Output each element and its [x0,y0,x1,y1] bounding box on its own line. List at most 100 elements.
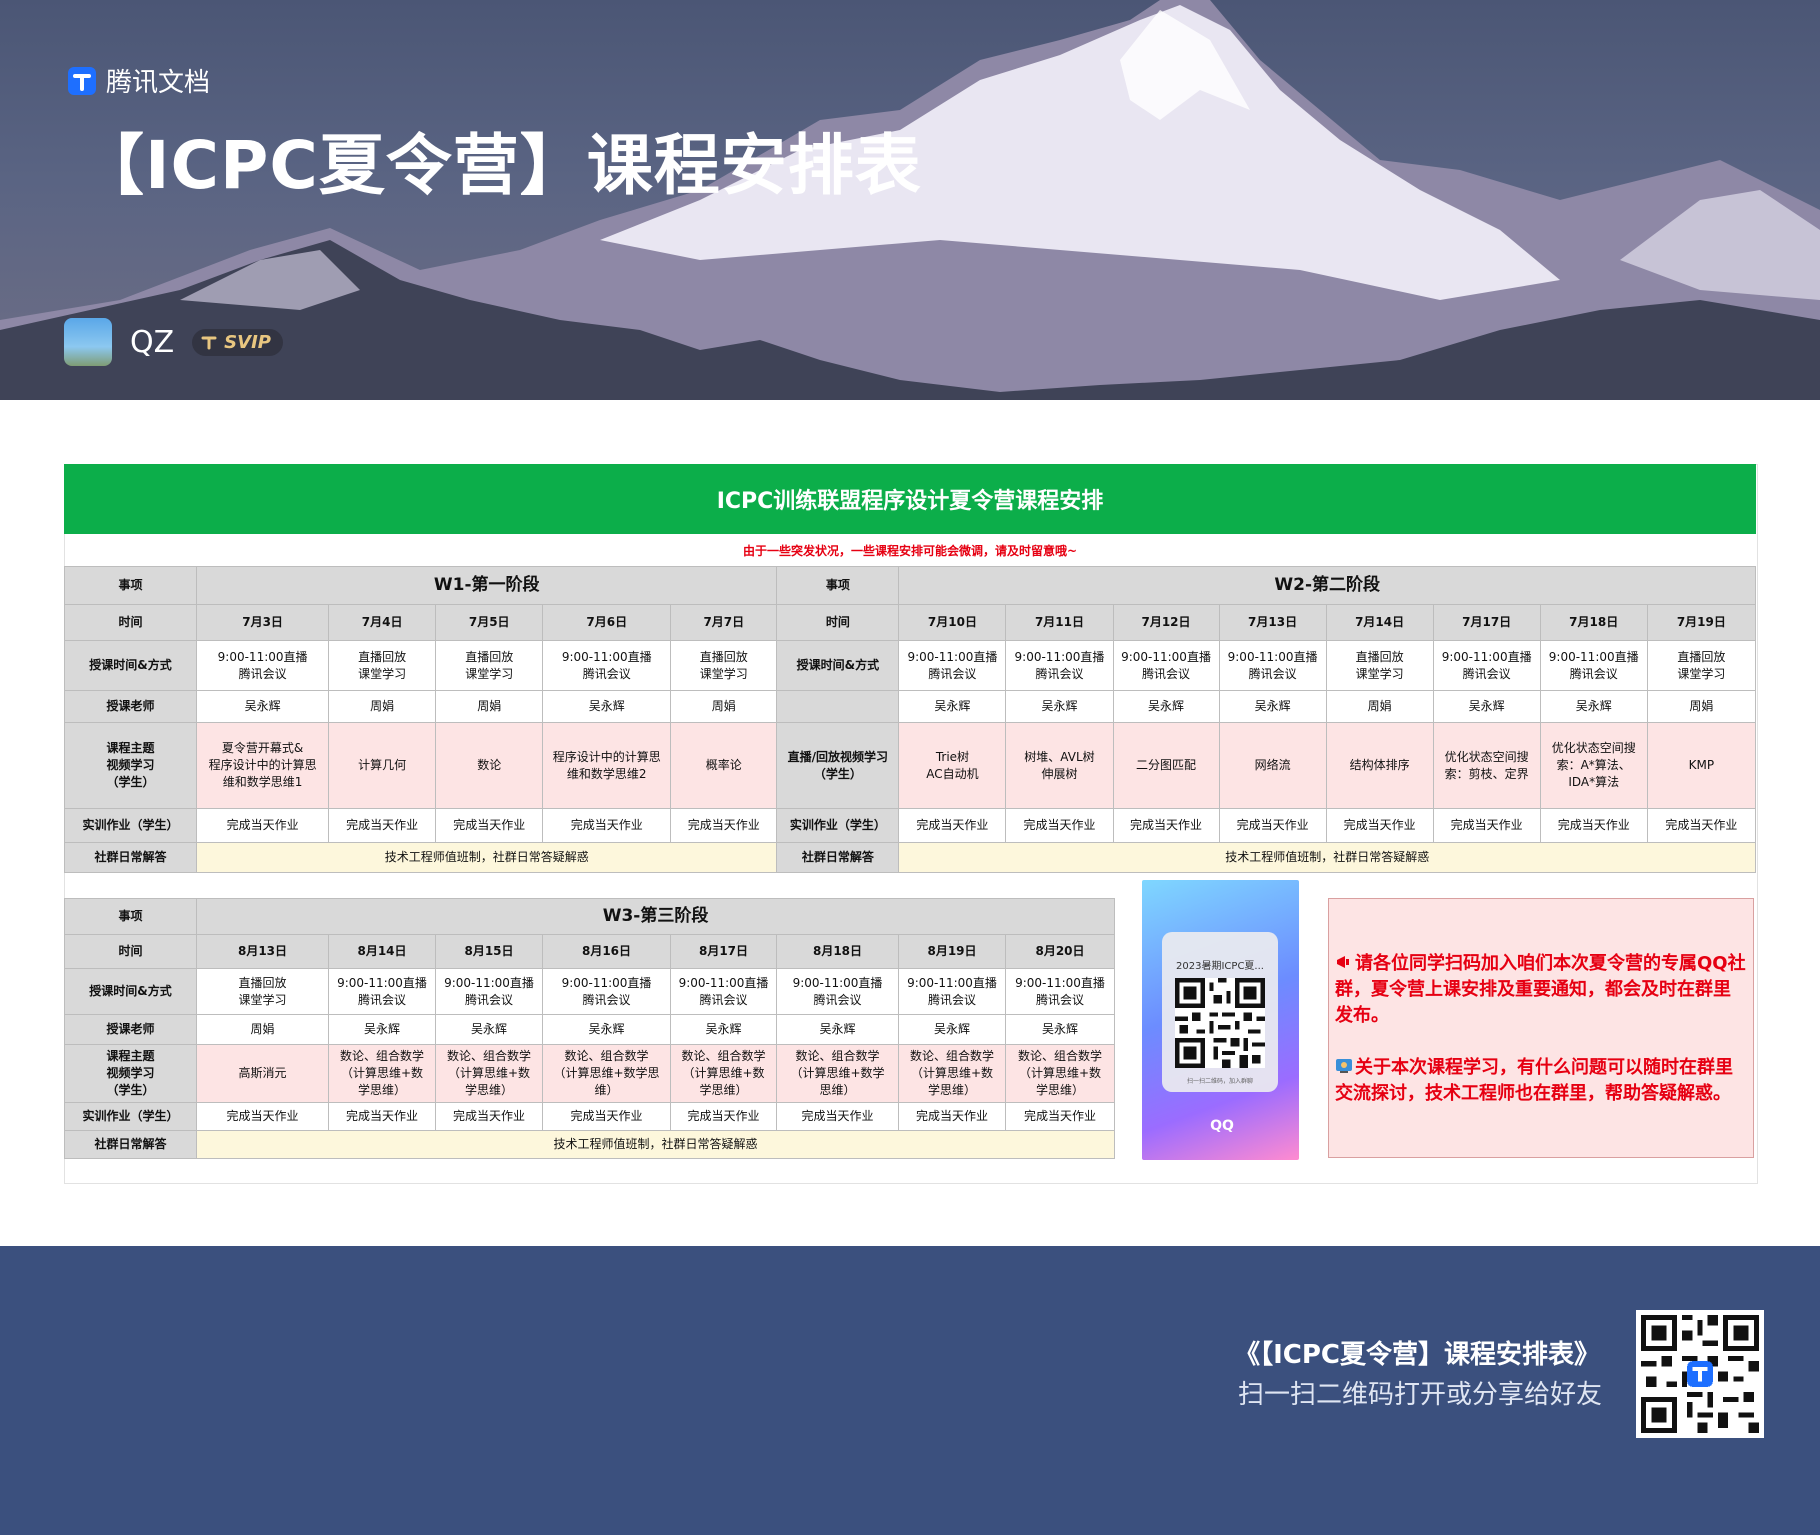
date-cell[interactable]: 7月3日 [196,604,330,641]
teacher-cell[interactable]: 周娟 [328,690,437,723]
mode-cell[interactable]: 直播回放 课堂学习 [196,968,329,1015]
mode-cell[interactable]: 9:00-11:00直播 腾讯会议 [196,640,330,691]
teacher-cell[interactable]: 周娟 [196,1014,329,1045]
date-cell[interactable]: 8月18日 [776,934,899,969]
label-topic[interactable]: 课程主题 视频学习 （学生） [63,722,198,809]
homework-cell[interactable]: 完成当天作业 [542,1102,671,1131]
date-cell[interactable]: 7月11日 [1005,604,1114,641]
label-teacher[interactable]: 授课老师 [64,1014,197,1045]
homework-cell[interactable]: 完成当天作业 [1112,808,1220,843]
homework-cell[interactable]: 完成当天作业 [670,808,778,843]
date-cell[interactable]: 7月10日 [898,604,1007,641]
mode-cell[interactable]: 9:00-11:00直播 腾讯会议 [776,968,899,1015]
teacher-cell[interactable]: 吴永辉 [898,690,1007,723]
label-item[interactable]: 事项 [63,566,198,605]
stage-title-w1[interactable]: W1-第一阶段 [196,566,778,605]
homework-cell[interactable]: 完成当天作业 [1218,808,1327,843]
teacher-cell[interactable]: 周娟 [1646,690,1757,723]
label-teacher[interactable]: 授课老师 [63,690,198,723]
date-cell[interactable]: 7月14日 [1325,604,1434,641]
homework-cell[interactable]: 完成当天作业 [1005,808,1114,843]
mode-cell[interactable]: 直播回放 课堂学习 [1325,640,1434,691]
teacher-cell[interactable]: 吴永辉 [1539,690,1648,723]
date-cell[interactable]: 8月14日 [328,934,436,969]
label-time-mode[interactable]: 授课时间&方式 [776,640,900,691]
topic-cell[interactable]: 数论、组合数学 （计算思维+数 学思维） [670,1044,777,1103]
empty-cell[interactable] [776,690,900,723]
stage-title-w3[interactable]: W3-第三阶段 [195,898,1116,935]
homework-cell[interactable]: 完成当天作业 [1004,1102,1116,1131]
topic-cell[interactable]: 数论、组合数学 （计算思维+数 学思维） [898,1044,1006,1103]
teacher-cell[interactable]: 吴永辉 [898,1014,1006,1045]
avatar[interactable] [64,318,112,366]
date-cell[interactable]: 8月15日 [435,934,543,969]
topic-cell[interactable]: 数论、组合数学 （计算思维+数学思 维） [542,1044,671,1103]
homework-cell[interactable]: 完成当天作业 [1539,808,1648,843]
label-qa[interactable]: 社群日常解答 [63,842,198,873]
date-cell[interactable]: 8月19日 [898,934,1006,969]
mode-cell[interactable]: 9:00-11:00直播 腾讯会议 [898,640,1007,691]
label-topic-alt[interactable]: 直播/回放视频学习 （学生） [776,722,900,809]
mode-cell[interactable]: 9:00-11:00直播 腾讯会议 [542,640,672,691]
date-cell[interactable]: 7月5日 [435,604,544,641]
homework-cell[interactable]: 完成当天作业 [1325,808,1434,843]
teacher-cell[interactable]: 吴永辉 [1218,690,1327,723]
date-cell[interactable]: 7月4日 [328,604,437,641]
mode-cell[interactable]: 9:00-11:00直播 腾讯会议 [1112,640,1220,691]
notice-box[interactable]: 请各位同学扫码加入咱们本次夏令营的专属QQ社群，夏令营上课安排及重要通知，都会及… [1328,898,1754,1158]
teacher-cell[interactable]: 吴永辉 [776,1014,899,1045]
homework-cell[interactable]: 完成当天作业 [196,808,330,843]
label-item[interactable]: 事项 [776,566,900,605]
homework-cell[interactable]: 完成当天作业 [1432,808,1541,843]
teacher-cell[interactable]: 吴永辉 [542,1014,671,1045]
topic-cell[interactable]: 数论、组合数学 （计算思维+数 学思维） [435,1044,543,1103]
teacher-cell[interactable]: 周娟 [1325,690,1434,723]
date-cell[interactable]: 7月19日 [1646,604,1757,641]
teacher-cell[interactable]: 周娟 [435,690,544,723]
mode-cell[interactable]: 9:00-11:00直播 腾讯会议 [1432,640,1541,691]
teacher-cell[interactable]: 吴永辉 [196,690,330,723]
label-time-mode[interactable]: 授课时间&方式 [64,968,197,1015]
share-qr-code[interactable] [1636,1310,1764,1438]
homework-cell[interactable]: 完成当天作业 [776,1102,899,1131]
topic-cell[interactable]: 计算几何 [328,722,437,809]
date-cell[interactable]: 7月13日 [1218,604,1327,641]
label-item[interactable]: 事项 [64,898,197,935]
mode-cell[interactable]: 9:00-11:00直播 腾讯会议 [898,968,1006,1015]
qa-cell[interactable]: 技术工程师值班制，社群日常答疑解惑 [196,842,778,873]
teacher-cell[interactable]: 吴永辉 [1112,690,1220,723]
topic-cell[interactable]: 数论 [435,722,544,809]
date-cell[interactable]: 8月20日 [1004,934,1116,969]
topic-cell[interactable]: 夏令营开幕式& 程序设计中的计算思 维和数学思维1 [196,722,330,809]
topic-cell[interactable]: 高斯消元 [196,1044,329,1103]
date-cell[interactable]: 7月7日 [670,604,778,641]
teacher-cell[interactable]: 吴永辉 [1432,690,1541,723]
teacher-cell[interactable]: 吴永辉 [542,690,672,723]
teacher-cell[interactable]: 吴永辉 [328,1014,436,1045]
date-cell[interactable]: 7月6日 [542,604,672,641]
label-homework[interactable]: 实训作业（学生） [64,1102,197,1131]
date-cell[interactable]: 8月13日 [196,934,329,969]
topic-cell[interactable]: 概率论 [670,722,778,809]
topic-cell[interactable]: 树堆、AVL树 伸展树 [1005,722,1114,809]
topic-cell[interactable]: 程序设计中的计算思 维和数学思维2 [542,722,672,809]
topic-cell[interactable]: 数论、组合数学 （计算思维+数 学思维） [328,1044,436,1103]
topic-cell[interactable]: 二分图匹配 [1112,722,1220,809]
topic-cell[interactable]: 优化状态空间搜 索：剪枝、定界 [1432,722,1541,809]
mode-cell[interactable]: 直播回放 课堂学习 [435,640,544,691]
teacher-cell[interactable]: 吴永辉 [670,1014,777,1045]
mode-cell[interactable]: 9:00-11:00直播 腾讯会议 [435,968,543,1015]
topic-cell[interactable]: 优化状态空间搜 索：A*算法、 IDA*算法 [1539,722,1648,809]
topic-cell[interactable]: 网络流 [1218,722,1327,809]
qa-cell[interactable]: 技术工程师值班制，社群日常答疑解惑 [195,1130,1116,1159]
label-qa[interactable]: 社群日常解答 [64,1130,197,1159]
topic-cell[interactable]: 结构体排序 [1325,722,1434,809]
qq-group-qr-card[interactable]: 2023暑期ICPC夏... 扫一扫二维码，加入群聊 QQ [1142,880,1299,1160]
stage-title-w2[interactable]: W2-第二阶段 [898,566,1756,605]
teacher-cell[interactable]: 吴永辉 [1004,1014,1116,1045]
homework-cell[interactable]: 完成当天作业 [435,1102,543,1131]
label-topic[interactable]: 课程主题 视频学习 （学生） [64,1044,197,1103]
mode-cell[interactable]: 9:00-11:00直播 腾讯会议 [1004,968,1116,1015]
mode-cell[interactable]: 9:00-11:00直播 腾讯会议 [1539,640,1648,691]
topic-cell[interactable]: 数论、组合数学 （计算思维+数 学思维） [1004,1044,1116,1103]
